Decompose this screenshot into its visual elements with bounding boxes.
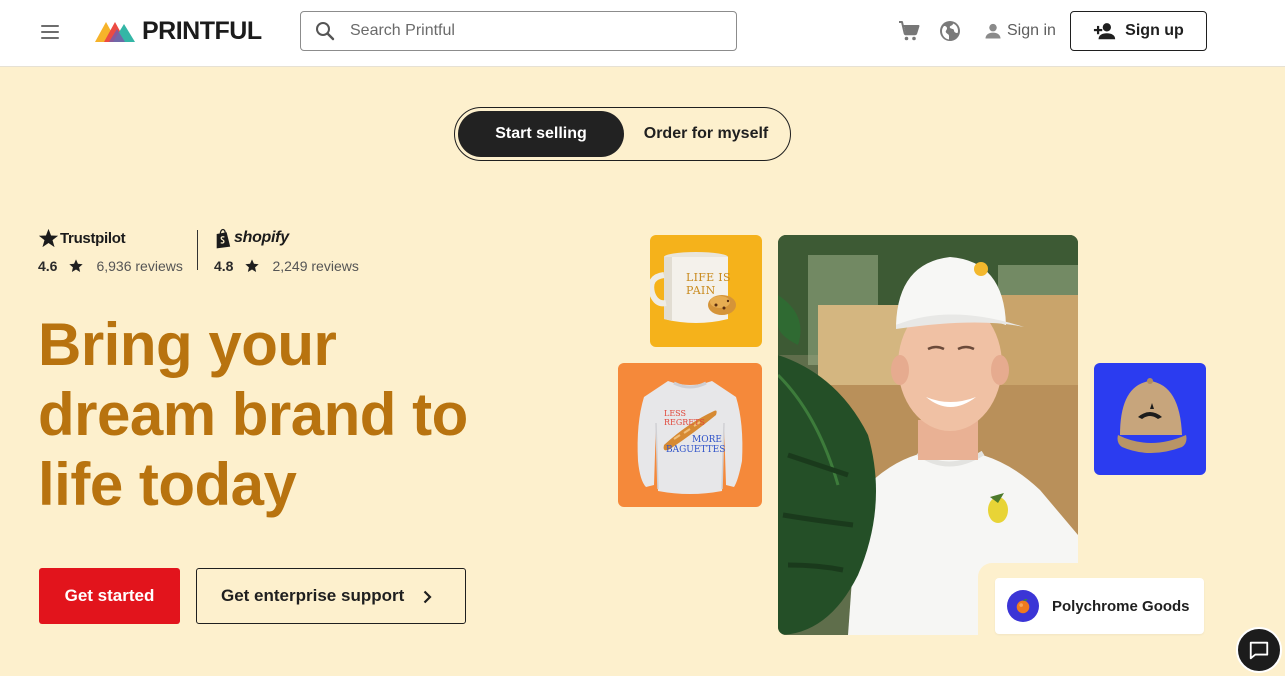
cart-button[interactable] xyxy=(897,19,921,43)
sign-up-label: Sign up xyxy=(1125,22,1184,39)
order-for-myself-tab[interactable]: Order for myself xyxy=(627,111,785,157)
audience-toggle: Start selling Order for myself xyxy=(454,107,791,161)
enterprise-support-label: Get enterprise support xyxy=(221,586,405,605)
hero-headline: Bring your dream brand to life today xyxy=(38,310,558,520)
shopify-rating[interactable]: shopify 4.8 2,249 reviews xyxy=(214,226,359,274)
search-bar[interactable] xyxy=(300,11,737,51)
trustpilot-star-icon xyxy=(38,228,59,247)
mug-print-text: LIFE IS PAIN xyxy=(686,271,731,297)
cart-icon xyxy=(899,21,920,41)
trustpilot-rating[interactable]: Trustpilot 4.6 6,936 reviews xyxy=(38,226,183,274)
chat-icon xyxy=(1249,641,1269,660)
sweatshirt-print-text-1: LESS REGRETS xyxy=(664,409,705,427)
star-icon xyxy=(245,259,260,272)
printful-logo-mark-icon xyxy=(95,22,135,42)
shopify-reviews: 2,249 reviews xyxy=(272,258,359,274)
globe-icon xyxy=(940,21,960,41)
star-icon xyxy=(69,259,84,272)
brand-card[interactable]: Polychrome Goods xyxy=(995,578,1204,634)
printful-logo[interactable]: PRINTFUL xyxy=(95,17,262,45)
brand-name: Polychrome Goods xyxy=(1052,597,1190,615)
menu-icon xyxy=(41,25,59,27)
shopify-brand-text: shopify xyxy=(234,229,289,246)
search-input[interactable] xyxy=(350,22,720,40)
trustpilot-reviews: 6,936 reviews xyxy=(96,258,183,274)
shopify-score: 4.8 xyxy=(214,258,234,274)
cap-product-tile[interactable] xyxy=(1094,363,1206,475)
site-header: PRINTFUL Sign in xyxy=(0,0,1285,67)
menu-button[interactable] xyxy=(38,20,64,44)
enterprise-support-button[interactable]: Get enterprise support xyxy=(196,568,466,624)
mug-product-tile[interactable]: LIFE IS PAIN xyxy=(650,235,762,347)
sweatshirt-product-tile[interactable]: LESS REGRETS MORE BAGUETTES xyxy=(618,363,762,507)
rating-divider xyxy=(197,230,198,270)
logo-text: PRINTFUL xyxy=(142,16,262,45)
headline-line-3: life today xyxy=(38,451,297,518)
cap-image xyxy=(1117,378,1187,453)
headline-line-1: Bring your xyxy=(38,311,337,378)
headline-line-2: dream brand to xyxy=(38,381,468,448)
sign-in-link[interactable]: Sign in xyxy=(983,18,1056,44)
language-button[interactable] xyxy=(938,19,962,43)
person-icon xyxy=(985,23,1001,39)
brand-avatar xyxy=(1007,590,1039,622)
sign-in-label: Sign in xyxy=(1007,22,1056,39)
chat-button[interactable] xyxy=(1236,627,1282,673)
sign-up-button[interactable]: Sign up xyxy=(1070,11,1207,51)
search-icon xyxy=(316,22,335,41)
add-person-icon xyxy=(1094,23,1116,40)
trustpilot-score: 4.6 xyxy=(38,258,58,274)
sweatshirt-print-text-2: MORE BAGUETTES xyxy=(666,435,726,455)
chevron-right-icon xyxy=(423,590,432,604)
start-selling-tab[interactable]: Start selling xyxy=(458,111,624,157)
orange-fruit-icon xyxy=(1016,598,1030,614)
shopify-bag-icon xyxy=(216,228,231,248)
get-started-button[interactable]: Get started xyxy=(39,568,180,624)
trustpilot-brand-text: Trustpilot xyxy=(60,229,126,247)
trustpilot-logo: Trustpilot xyxy=(38,226,183,250)
shopify-logo: shopify xyxy=(214,226,359,250)
